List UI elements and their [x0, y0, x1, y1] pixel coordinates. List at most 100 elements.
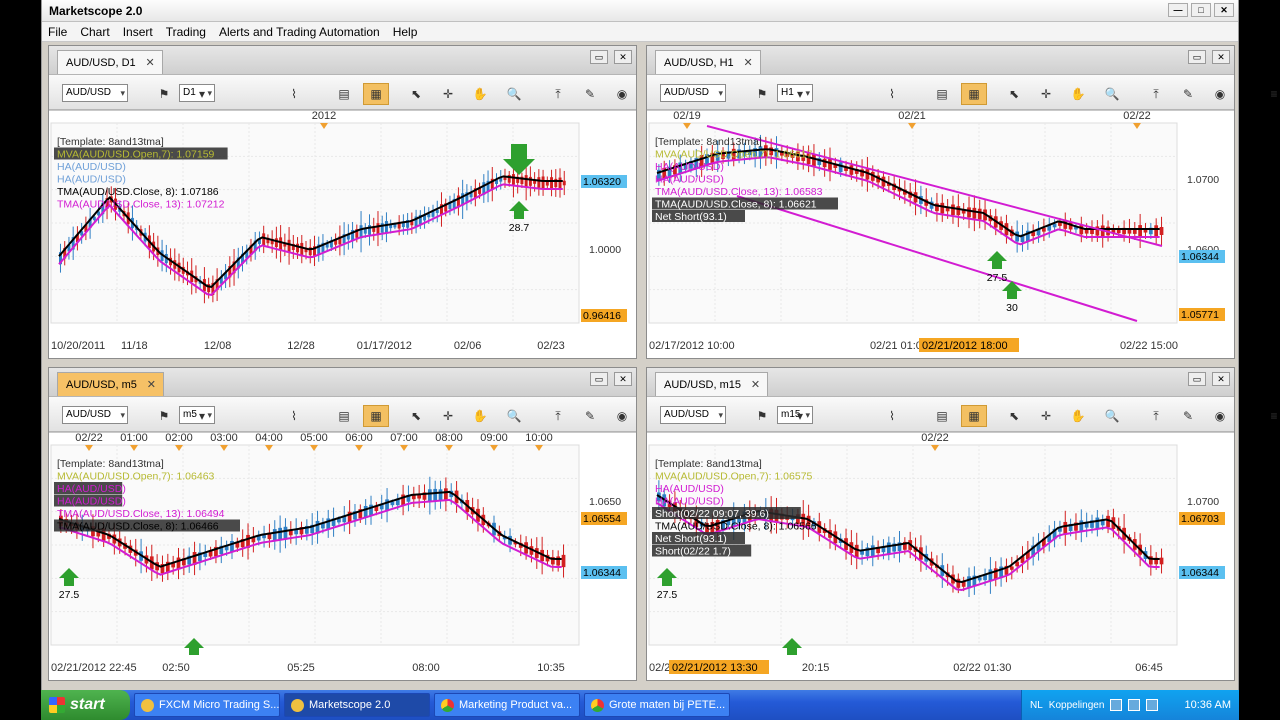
hand-icon[interactable]: ✋: [467, 83, 493, 105]
zoom-icon[interactable]: 🔍: [1099, 405, 1125, 427]
indicator-icon[interactable]: ⚑: [749, 83, 775, 105]
cursor-icon[interactable]: ⬉: [1001, 83, 1027, 105]
dropdown-icon[interactable]: ▾: [787, 405, 813, 427]
chart-type-icon[interactable]: ⌇: [281, 405, 307, 427]
close-pane-icon[interactable]: ✕: [1212, 372, 1230, 386]
restore-pane-icon[interactable]: ▭: [590, 50, 608, 64]
close-button[interactable]: ✕: [1214, 3, 1234, 17]
hand-icon[interactable]: ✋: [1065, 405, 1091, 427]
symbol-select[interactable]: AUD/USD: [62, 84, 128, 102]
close-pane-icon[interactable]: ✕: [614, 50, 632, 64]
crosshair-icon[interactable]: ✛: [1033, 83, 1059, 105]
chart-toolbar: AUD/USD D1 ⚑▾⌇▤▦⬉✛✋🔍⤒✎◉≡: [49, 74, 680, 110]
close-pane-icon[interactable]: ✕: [1212, 50, 1230, 64]
close-tab-icon[interactable]: ✕: [145, 56, 154, 69]
close-pane-icon[interactable]: ✕: [614, 372, 632, 386]
restore-pane-icon[interactable]: ▭: [1188, 50, 1206, 64]
task-chrome-1[interactable]: Marketing Product va...: [434, 693, 580, 717]
symbol-select[interactable]: AUD/USD: [62, 406, 128, 424]
layout-active-icon[interactable]: ▦: [961, 83, 987, 105]
start-button[interactable]: start: [41, 690, 130, 720]
menu-file[interactable]: File: [48, 25, 67, 39]
menu-insert[interactable]: Insert: [123, 25, 153, 39]
symbol-select[interactable]: AUD/USD: [660, 406, 726, 424]
notes-icon[interactable]: ✎: [1175, 405, 1201, 427]
chart-type-icon[interactable]: ⌇: [281, 83, 307, 105]
task-fxcm[interactable]: FXCM Micro Trading S...: [134, 693, 280, 717]
layout-active-icon[interactable]: ▦: [363, 405, 389, 427]
top-axis-label: 02/22: [75, 433, 103, 444]
marker-icon[interactable]: ⤒: [545, 83, 571, 105]
globe-icon[interactable]: ◉: [1207, 83, 1233, 105]
menu-alerts[interactable]: Alerts and Trading Automation: [219, 25, 380, 39]
cursor-icon[interactable]: ⬉: [403, 405, 429, 427]
menu-icon[interactable]: ≡: [1261, 83, 1280, 105]
globe-icon[interactable]: ◉: [1207, 405, 1233, 427]
crosshair-icon[interactable]: ✛: [1033, 405, 1059, 427]
notes-icon[interactable]: ✎: [577, 405, 603, 427]
chart-tab[interactable]: AUD/USD, H1 ✕: [655, 50, 761, 74]
menu-help[interactable]: Help: [393, 25, 418, 39]
candle: [433, 488, 438, 502]
layout-icon[interactable]: ▤: [929, 405, 955, 427]
price-chart[interactable]: 02/22 [Template: 8and13tma] MVA(AUD/USD.Op…: [647, 433, 1234, 680]
menu-trading[interactable]: Trading: [166, 25, 206, 39]
indicator-icon[interactable]: ⚑: [749, 405, 775, 427]
marker-icon[interactable]: ⤒: [1143, 83, 1169, 105]
notes-icon[interactable]: ✎: [577, 83, 603, 105]
time-axis-label: 10/20/2011: [51, 340, 105, 352]
restore-pane-icon[interactable]: ▭: [1188, 372, 1206, 386]
indicator-icon[interactable]: ⚑: [151, 405, 177, 427]
menu-chart[interactable]: Chart: [80, 25, 109, 39]
restore-pane-icon[interactable]: ▭: [590, 372, 608, 386]
hand-icon[interactable]: ✋: [467, 405, 493, 427]
price-chart[interactable]: 02/19 02/21 02/22 [Template: 8and13tma] MVA(…: [647, 111, 1234, 358]
symbol-select[interactable]: AUD/USD: [660, 84, 726, 102]
tray-icon[interactable]: [1128, 699, 1141, 711]
time-axis-label: 02:50: [162, 662, 190, 674]
globe-icon[interactable]: ◉: [609, 405, 635, 427]
layout-icon[interactable]: ▤: [331, 405, 357, 427]
price-chart[interactable]: 2012 [Template: 8and13tma] MVA(AUD/USD.Ope…: [49, 111, 636, 358]
tray-icon[interactable]: [1110, 699, 1123, 711]
legend-entry: TMA(AUD/USD.Close, 8): 1.06566: [655, 521, 817, 533]
chart-type-icon[interactable]: ⌇: [879, 405, 905, 427]
close-tab-icon[interactable]: ✕: [147, 378, 156, 391]
zoom-icon[interactable]: 🔍: [501, 83, 527, 105]
notes-icon[interactable]: ✎: [1175, 83, 1201, 105]
minimize-button[interactable]: —: [1168, 3, 1188, 17]
menu-icon[interactable]: ≡: [1261, 405, 1280, 427]
hand-icon[interactable]: ✋: [1065, 83, 1091, 105]
close-tab-icon[interactable]: ✕: [751, 378, 760, 391]
zoom-icon[interactable]: 🔍: [1099, 83, 1125, 105]
task-chrome-2[interactable]: Grote maten bij PETE...: [584, 693, 730, 717]
chart-tab[interactable]: AUD/USD, m5 ✕: [57, 372, 164, 396]
dropdown-icon[interactable]: ▾: [189, 83, 215, 105]
layout-active-icon[interactable]: ▦: [961, 405, 987, 427]
cursor-icon[interactable]: ⬉: [403, 83, 429, 105]
chart-type-icon[interactable]: ⌇: [879, 83, 905, 105]
marker-icon[interactable]: ⤒: [1143, 405, 1169, 427]
price-chart[interactable]: 02/22 01:00 02:00 03:00 04:00 05:00 06:00 07:00…: [49, 433, 636, 680]
marker-icon[interactable]: ⤒: [545, 405, 571, 427]
layout-icon[interactable]: ▤: [929, 83, 955, 105]
dropdown-icon[interactable]: ▾: [787, 83, 813, 105]
layout-icon[interactable]: ▤: [331, 83, 357, 105]
close-tab-icon[interactable]: ✕: [743, 56, 752, 69]
chart-tab[interactable]: AUD/USD, m15 ✕: [655, 372, 769, 396]
crosshair-icon[interactable]: ✛: [435, 83, 461, 105]
indicator-icon[interactable]: ⚑: [151, 83, 177, 105]
maximize-button[interactable]: □: [1191, 3, 1211, 17]
legend-entry: TMA(AUD/USD.Close, 13): 1.07212: [57, 199, 225, 211]
zoom-icon[interactable]: 🔍: [501, 405, 527, 427]
cursor-icon[interactable]: ⬉: [1001, 405, 1027, 427]
language-indicator[interactable]: NL: [1030, 700, 1043, 711]
links-toolbar[interactable]: Koppelingen: [1049, 700, 1105, 711]
layout-active-icon[interactable]: ▦: [363, 83, 389, 105]
chart-tab[interactable]: AUD/USD, D1 ✕: [57, 50, 163, 74]
crosshair-icon[interactable]: ✛: [435, 405, 461, 427]
task-marketscope[interactable]: Marketscope 2.0: [284, 693, 430, 717]
dropdown-icon[interactable]: ▾: [189, 405, 215, 427]
tray-icon[interactable]: [1146, 699, 1159, 711]
globe-icon[interactable]: ◉: [609, 83, 635, 105]
